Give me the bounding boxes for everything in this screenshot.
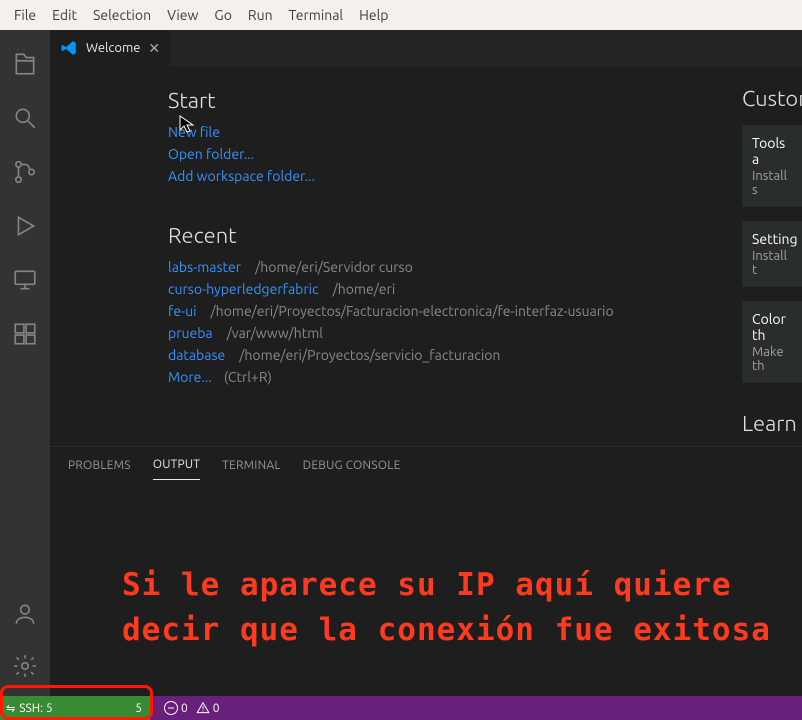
welcome-page: Start New file Open folder... Add worksp…	[50, 66, 802, 446]
panel-tab-output[interactable]: OUTPUT	[153, 450, 200, 480]
menu-run[interactable]: Run	[240, 3, 281, 27]
settings-gear-icon[interactable]	[1, 642, 49, 690]
menu-edit[interactable]: Edit	[44, 3, 85, 27]
bottom-panel: PROBLEMS OUTPUT TERMINAL DEBUG CONSOLE S…	[50, 446, 802, 696]
recent-path: /home/eri	[333, 281, 396, 297]
close-icon[interactable]: ✕	[148, 40, 160, 57]
recent-path: /home/eri/Proyectos/Facturacion-electron…	[211, 303, 614, 319]
menu-help[interactable]: Help	[351, 3, 396, 27]
recent-item[interactable]: prueba/var/www/html	[168, 322, 802, 344]
open-folder-link[interactable]: Open folder...	[168, 143, 254, 165]
tab-welcome[interactable]: Welcome ✕	[50, 30, 171, 66]
recent-path: /var/www/html	[227, 325, 323, 341]
customize-heading: Custom	[742, 86, 802, 111]
recent-section: Recent labs-master/home/eri/Servidor cur…	[168, 223, 802, 388]
customize-card[interactable]: Tools aInstall s	[742, 125, 802, 207]
customize-card[interactable]: Color thMake th	[742, 301, 802, 383]
ssh-label: SSH: 5	[19, 702, 52, 715]
panel-output-body[interactable]: Si le aparece su IP aquí quiere decir qu…	[50, 483, 802, 696]
search-icon[interactable]	[1, 94, 49, 142]
extensions-icon[interactable]	[1, 310, 49, 358]
tab-bar: Welcome ✕	[50, 30, 802, 66]
source-control-icon[interactable]	[1, 148, 49, 196]
new-file-link[interactable]: New file	[168, 121, 220, 143]
menu-selection[interactable]: Selection	[85, 3, 159, 27]
tab-title: Welcome	[86, 41, 140, 55]
menu-file[interactable]: File	[6, 3, 44, 27]
panel-tab-problems[interactable]: PROBLEMS	[68, 451, 131, 480]
card-sub: Make th	[752, 345, 792, 373]
menu-terminal[interactable]: Terminal	[281, 3, 352, 27]
warning-icon	[196, 701, 210, 715]
remote-explorer-icon[interactable]	[1, 256, 49, 304]
recent-heading: Recent	[168, 223, 802, 248]
main-area: Welcome ✕ Start New file Open folder... …	[0, 30, 802, 696]
recent-link[interactable]: fe-ui	[168, 300, 197, 322]
ssh-right-text: 5	[135, 702, 142, 715]
recent-item[interactable]: database/home/eri/Proyectos/servicio_fac…	[168, 344, 802, 366]
recent-more-link[interactable]: More...	[168, 366, 212, 388]
errors-number: 0	[181, 702, 188, 715]
remote-icon: ⇋	[6, 702, 15, 715]
learn-heading: Learn	[742, 411, 802, 436]
recent-path: /home/eri/Proyectos/servicio_facturacion	[239, 347, 500, 363]
activity-bar	[0, 30, 50, 696]
menu-view[interactable]: View	[159, 3, 206, 27]
recent-item[interactable]: fe-ui/home/eri/Proyectos/Facturacion-ele…	[168, 300, 802, 322]
start-heading: Start	[168, 88, 802, 113]
errors-count[interactable]: 0	[164, 701, 188, 715]
menubar[interactable]: File Edit Selection View Go Run Terminal…	[0, 0, 802, 30]
recent-item[interactable]: curso-hyperledgerfabric/home/eri	[168, 278, 802, 300]
run-debug-icon[interactable]	[1, 202, 49, 250]
remote-ssh-indicator[interactable]: ⇋ SSH: 5 5	[0, 696, 150, 720]
panel-tab-terminal[interactable]: TERMINAL	[222, 451, 280, 480]
panel-tabs: PROBLEMS OUTPUT TERMINAL DEBUG CONSOLE	[50, 447, 802, 483]
recent-link[interactable]: prueba	[168, 322, 213, 344]
recent-path: /home/eri/Servidor curso	[255, 259, 413, 275]
recent-link[interactable]: labs-master	[168, 256, 241, 278]
menu-go[interactable]: Go	[206, 3, 239, 27]
panel-tab-debug[interactable]: DEBUG CONSOLE	[303, 451, 401, 480]
status-bar: ⇋ SSH: 5 5 0 0	[0, 696, 802, 720]
error-icon	[164, 701, 178, 715]
editor-group: Welcome ✕ Start New file Open folder... …	[50, 30, 802, 696]
card-title: Tools a	[752, 135, 792, 167]
recent-more-hint: (Ctrl+R)	[224, 369, 272, 385]
recent-item[interactable]: labs-master/home/eri/Servidor curso	[168, 256, 802, 278]
card-sub: Install t	[752, 249, 792, 277]
recent-link[interactable]: database	[168, 344, 225, 366]
annotation-text: Si le aparece su IP aquí quiere decir qu…	[122, 563, 796, 653]
start-section: Start New file Open folder... Add worksp…	[168, 88, 802, 187]
warnings-count[interactable]: 0	[196, 701, 220, 715]
explorer-icon[interactable]	[1, 40, 49, 88]
recent-link[interactable]: curso-hyperledgerfabric	[168, 278, 319, 300]
status-diagnostics[interactable]: 0 0	[164, 701, 220, 715]
customize-column: Custom Tools aInstall s Setting Install t…	[742, 86, 802, 446]
card-sub: Install s	[752, 169, 792, 197]
card-title: Setting	[752, 231, 792, 247]
warnings-number: 0	[213, 702, 220, 715]
accounts-icon[interactable]	[1, 590, 49, 638]
add-workspace-link[interactable]: Add workspace folder...	[168, 165, 315, 187]
card-title: Color th	[752, 311, 792, 343]
vscode-icon	[60, 39, 78, 57]
customize-card[interactable]: Setting Install t	[742, 221, 802, 287]
